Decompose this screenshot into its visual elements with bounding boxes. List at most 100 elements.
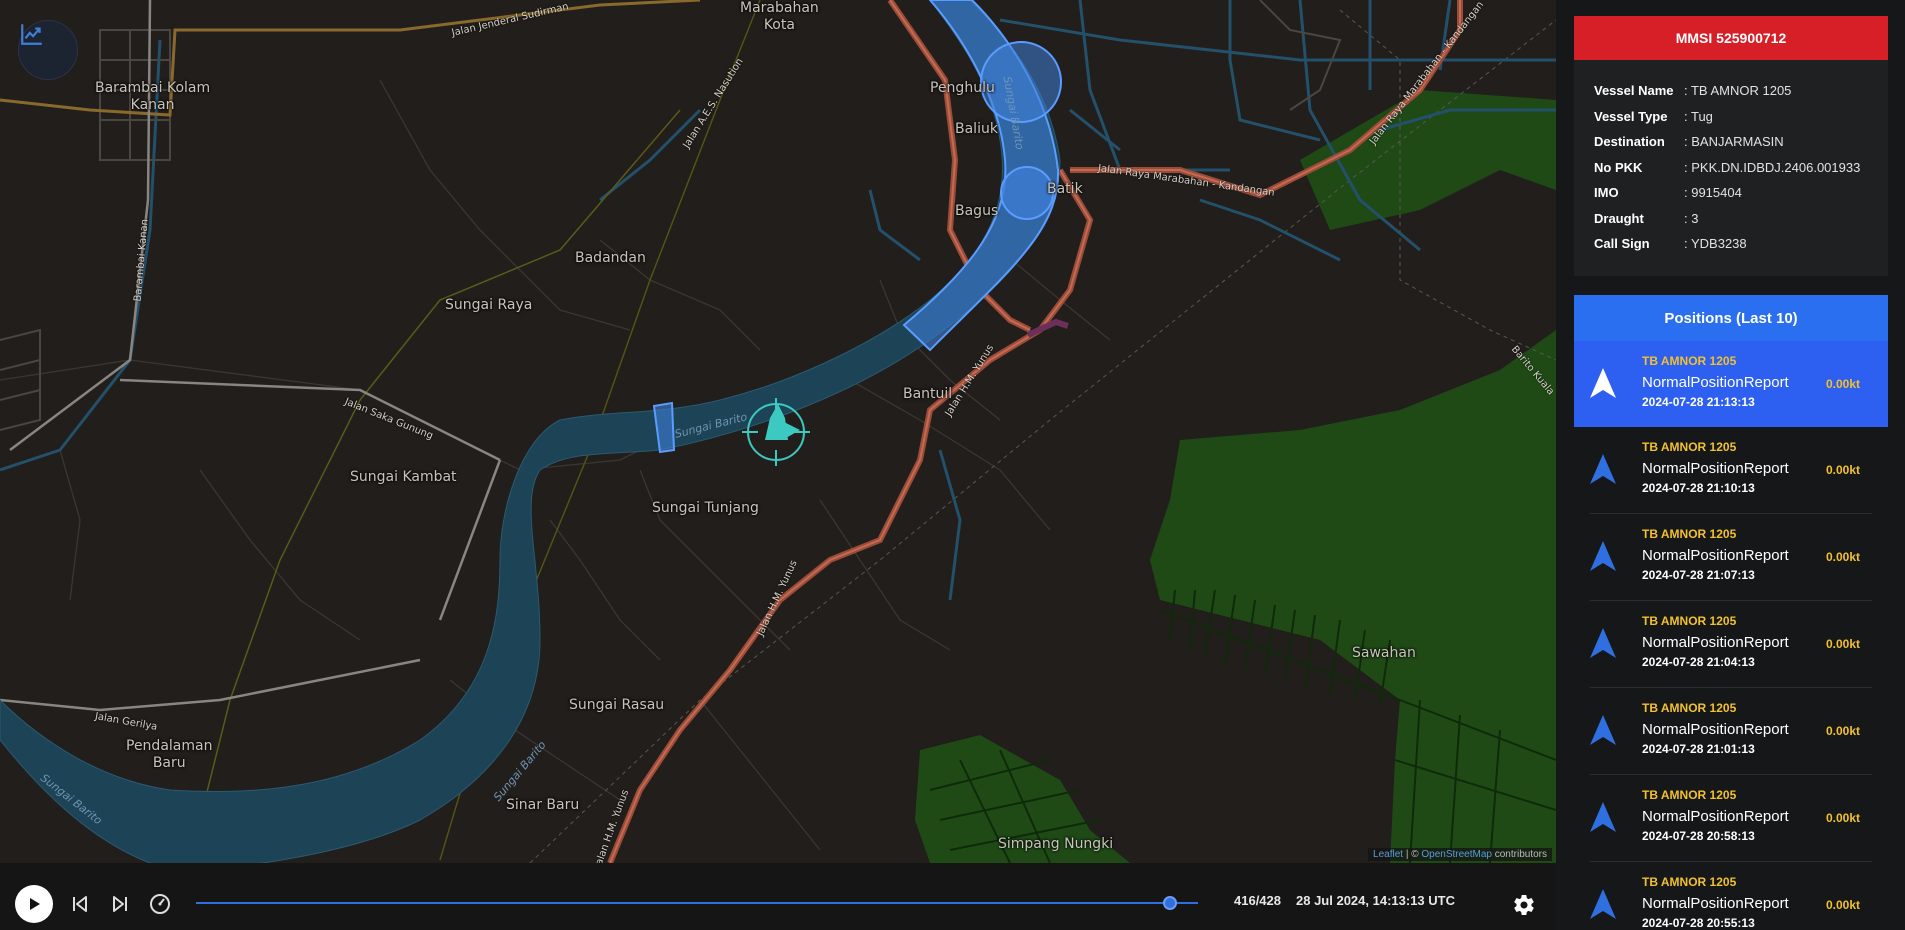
- position-vessel-name: TB AMNOR 1205: [1642, 527, 1737, 541]
- navigation-arrow-icon: [1590, 715, 1616, 745]
- position-speed: 0.00kt: [1825, 811, 1860, 825]
- position-time: 2024-07-28 21:04:13: [1642, 655, 1755, 669]
- position-vessel-name: TB AMNOR 1205: [1642, 614, 1737, 628]
- info-key: No PKK: [1594, 159, 1643, 175]
- position-time: 2024-07-28 21:07:13: [1642, 568, 1755, 582]
- chart-line-icon: [21, 24, 42, 45]
- position-speed: 0.00kt: [1825, 463, 1860, 477]
- osm-link[interactable]: OpenStreetMap: [1421, 849, 1492, 860]
- position-speed: 0.00kt: [1825, 377, 1860, 391]
- app-root: Marabahan Kota Barambai Kolam Kanan Peng…: [0, 0, 1905, 930]
- info-value: : PKK.DN.IDBDJ.2406.001933: [1684, 159, 1861, 175]
- place-barambai-kolam-kanan: Barambai Kolam Kanan: [95, 80, 211, 113]
- position-item[interactable]: TB AMNOR 1205 NormalPositionReport 2024-07…: [1590, 601, 1872, 688]
- playback-slider[interactable]: [196, 902, 1198, 904]
- secondary-roads: [0, 0, 502, 712]
- geofence-zones[interactable]: [652, 0, 1069, 454]
- place-bagus: Bagus: [955, 203, 999, 219]
- info-value: : 9915404: [1684, 185, 1742, 201]
- position-item[interactable]: TB AMNOR 1205 NormalPositionReport 2024-07…: [1590, 775, 1872, 862]
- position-report-type: NormalPositionReport: [1642, 721, 1789, 738]
- map-view[interactable]: Marabahan Kota Barambai Kolam Kanan Peng…: [0, 0, 1556, 863]
- speedometer-icon: [150, 894, 170, 914]
- navigation-arrow-icon: [1590, 802, 1616, 832]
- playback-slider-handle[interactable]: [1162, 896, 1177, 910]
- navigation-arrow-icon: [1590, 541, 1616, 571]
- position-vessel-name: TB AMNOR 1205: [1642, 701, 1737, 715]
- info-value: : 3: [1684, 210, 1699, 226]
- skip-back-icon: [73, 896, 87, 912]
- map-canvas[interactable]: [0, 0, 1556, 863]
- playback-bar: 416/428 28 Jul 2024, 14:13:13 UTC: [0, 863, 1556, 930]
- speed-button[interactable]: [147, 891, 173, 917]
- position-item[interactable]: TB AMNOR 1205 NormalPositionReport 2024-07…: [1574, 341, 1888, 427]
- next-button[interactable]: [108, 891, 132, 917]
- map-attribution: Leaflet | © OpenStreetMap contributors: [1368, 848, 1552, 861]
- info-row-draught: Draught : 3: [1574, 206, 1888, 232]
- position-speed: 0.00kt: [1825, 550, 1860, 564]
- play-icon: [30, 898, 40, 910]
- position-report-type: NormalPositionReport: [1642, 460, 1789, 477]
- navigation-arrow-icon: [1590, 454, 1616, 484]
- position-time: 2024-07-28 20:58:13: [1642, 829, 1755, 843]
- info-row-call-sign: Call Sign : YDB3238: [1574, 231, 1888, 257]
- positions-title: Positions (Last 10): [1574, 295, 1888, 341]
- position-speed: 0.00kt: [1825, 637, 1860, 651]
- chart-toggle-button[interactable]: [18, 20, 78, 80]
- info-key: Draught: [1594, 210, 1644, 226]
- position-item[interactable]: TB AMNOR 1205 NormalPositionReport 2024-07…: [1590, 427, 1872, 514]
- previous-button[interactable]: [68, 891, 92, 917]
- positions-list[interactable]: TB AMNOR 1205 NormalPositionReport 2024-07…: [1574, 341, 1888, 930]
- place-bantuil: Bantuil: [903, 386, 953, 402]
- position-item[interactable]: TB AMNOR 1205 NormalPositionReport 2024-07…: [1590, 862, 1872, 930]
- place-batik: Batik: [1047, 181, 1083, 197]
- river-sungai-barito: [0, 0, 1061, 863]
- gear-icon: [1514, 895, 1534, 915]
- settings-button[interactable]: [1510, 891, 1538, 919]
- info-key: Vessel Name: [1594, 83, 1674, 99]
- position-report-type: NormalPositionReport: [1642, 808, 1789, 825]
- info-key: Destination: [1594, 134, 1665, 150]
- info-value: : BANJARMASIN: [1684, 134, 1784, 150]
- vessel-info-panel: Vessel Name: TB AMNOR 1205 Vessel Type : …: [1574, 60, 1888, 276]
- attribution-suffix: contributors: [1491, 849, 1547, 860]
- info-row-vessel-type: Vessel Type : Tug: [1574, 104, 1888, 130]
- position-vessel-name: TB AMNOR 1205: [1642, 788, 1737, 802]
- place-penghulu: Penghulu: [930, 80, 995, 96]
- urban-grid: [0, 0, 1342, 431]
- position-time: 2024-07-28 20:55:13: [1642, 916, 1755, 930]
- leaflet-link[interactable]: Leaflet: [1373, 849, 1403, 860]
- place-sungai-rasau: Sungai Rasau: [569, 697, 665, 713]
- position-vessel-name: TB AMNOR 1205: [1642, 354, 1737, 368]
- playback-timestamp: 28 Jul 2024, 14:13:13 UTC: [1296, 893, 1455, 908]
- info-row-destination: Destination : BANJARMASIN: [1574, 129, 1888, 155]
- place-sungai-tunjang: Sungai Tunjang: [652, 500, 759, 516]
- position-vessel-name: TB AMNOR 1205: [1642, 875, 1737, 889]
- info-row-vessel-name: Vessel Name: TB AMNOR 1205: [1574, 78, 1888, 104]
- place-sawahan: Sawahan: [1352, 645, 1416, 661]
- position-vessel-name: TB AMNOR 1205: [1642, 440, 1737, 454]
- position-speed: 0.00kt: [1825, 724, 1860, 738]
- info-key: Vessel Type: [1594, 108, 1668, 124]
- info-key: Call Sign: [1594, 236, 1650, 252]
- place-pendalaman-baru: Pendalaman Baru: [126, 738, 213, 771]
- frame-counter: 416/428: [1234, 893, 1281, 908]
- place-badandan: Badandan: [575, 250, 646, 266]
- info-row-no-pkk: No PKK : PKK.DN.IDBDJ.2406.001933: [1574, 155, 1888, 181]
- position-report-type: NormalPositionReport: [1642, 634, 1789, 651]
- navigation-arrow-icon: [1590, 628, 1616, 658]
- place-marabahan-kota: Marabahan Kota: [740, 0, 819, 33]
- navigation-arrow-icon: [1590, 368, 1616, 398]
- info-value: : Tug: [1684, 108, 1713, 124]
- position-report-type: NormalPositionReport: [1642, 374, 1789, 391]
- play-button[interactable]: [15, 885, 53, 923]
- place-baliuk: Baliuk: [955, 121, 998, 137]
- position-report-type: NormalPositionReport: [1642, 547, 1789, 564]
- position-item[interactable]: TB AMNOR 1205 NormalPositionReport 2024-07…: [1590, 688, 1872, 775]
- vessel-sidebar: MMSI 525900712 Vessel Name: TB AMNOR 120…: [1556, 0, 1905, 930]
- info-value: : YDB3238: [1684, 236, 1747, 252]
- position-item[interactable]: TB AMNOR 1205 NormalPositionReport 2024-07…: [1590, 514, 1872, 601]
- attribution-separator: | ©: [1403, 849, 1422, 860]
- info-row-imo: IMO: 9915404: [1574, 180, 1888, 206]
- position-time: 2024-07-28 21:13:13: [1642, 395, 1755, 409]
